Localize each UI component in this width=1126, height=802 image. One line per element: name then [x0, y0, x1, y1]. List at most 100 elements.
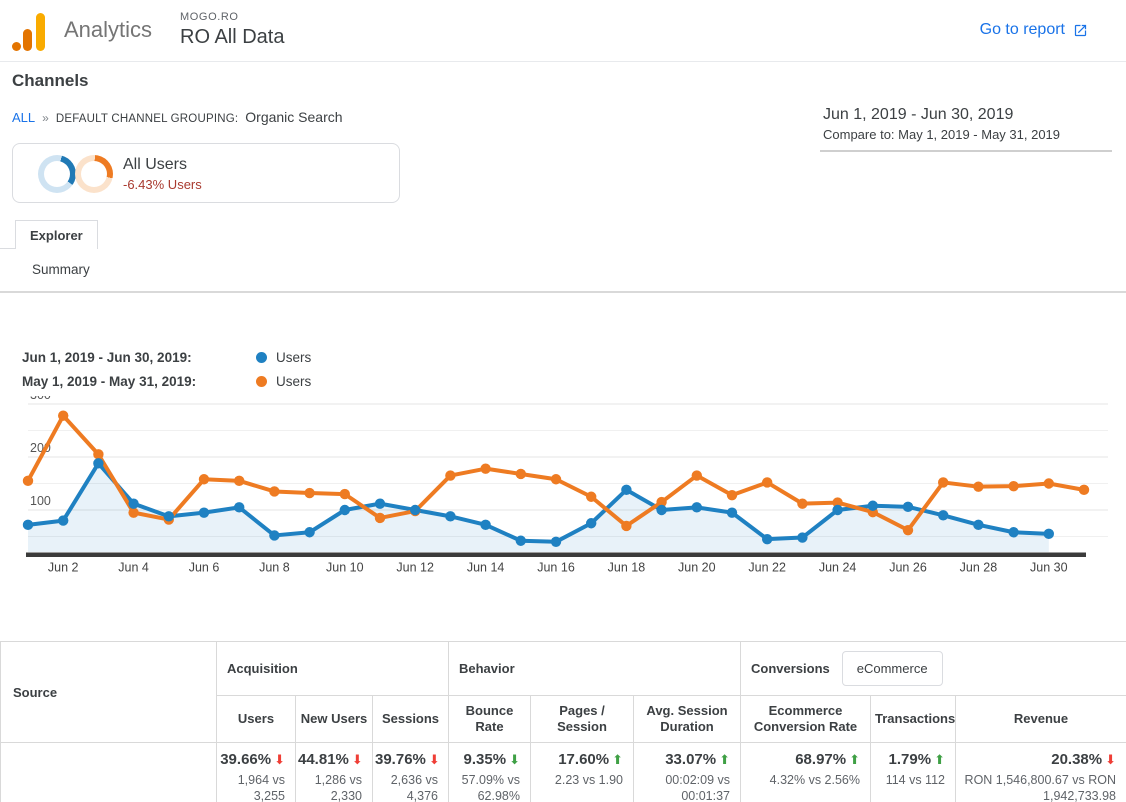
tab-explorer[interactable]: Explorer [15, 220, 98, 249]
current-series-point[interactable] [938, 510, 948, 520]
current-series-point[interactable] [234, 502, 244, 512]
current-series-point[interactable] [516, 536, 526, 546]
current-series-point[interactable] [128, 498, 138, 508]
compare-series-point[interactable] [1079, 485, 1089, 495]
table-group-conversions: Conversions eCommerce [741, 642, 1126, 696]
current-series-point[interactable] [621, 485, 631, 495]
users-trend-chart-svg: 100200300Jun 2Jun 4Jun 6Jun 8Jun 10Jun 1… [0, 396, 1126, 580]
current-series-point[interactable] [797, 532, 807, 542]
x-axis-tick-label: Jun 10 [326, 561, 364, 575]
compare-series-point[interactable] [269, 486, 279, 496]
date-range-underline [820, 150, 1112, 152]
column-header-source[interactable]: Source [1, 642, 217, 743]
compare-series-point[interactable] [621, 521, 631, 531]
compare-series-point[interactable] [516, 469, 526, 479]
compare-series-point[interactable] [903, 525, 913, 535]
compare-series-point[interactable] [973, 481, 983, 491]
column-header-sessions[interactable]: Sessions [373, 696, 449, 743]
current-series-point[interactable] [903, 502, 913, 512]
current-series-point[interactable] [375, 498, 385, 508]
x-axis-tick-label: Jun 6 [189, 561, 220, 575]
current-series-point[interactable] [23, 520, 33, 530]
current-series-point[interactable] [410, 505, 420, 515]
product-name: Analytics [64, 17, 152, 43]
compare-series-point[interactable] [480, 463, 490, 473]
current-series-point[interactable] [551, 537, 561, 547]
compare-series-point[interactable] [304, 488, 314, 498]
summary-cell-avg-session-duration: 33.07%⬆00:02:09 vs 00:01:37 [634, 743, 741, 802]
summary-comparison-transactions: 114 vs 112 [873, 772, 945, 788]
compare-series-point[interactable] [234, 476, 244, 486]
current-series-point[interactable] [692, 502, 702, 512]
compare-series-point[interactable] [586, 492, 596, 502]
current-series-point[interactable] [480, 520, 490, 530]
current-series-point[interactable] [445, 511, 455, 521]
column-header-bounce-rate[interactable]: Bounce Rate [449, 696, 531, 743]
compare-series-point[interactable] [938, 477, 948, 487]
compare-series-point[interactable] [727, 490, 737, 500]
current-series-point[interactable] [1008, 527, 1018, 537]
compare-series-point[interactable] [1044, 478, 1054, 488]
x-axis-tick-label: Jun 28 [960, 561, 998, 575]
compare-series-point[interactable] [128, 507, 138, 517]
breadcrumb-separator: » [42, 111, 49, 125]
tab-baseline-divider [0, 248, 15, 249]
compare-series-point[interactable] [762, 477, 772, 487]
current-series-point[interactable] [199, 507, 209, 517]
current-series-point[interactable] [304, 527, 314, 537]
x-axis-tick-label: Jun 12 [396, 561, 434, 575]
current-series-point[interactable] [1044, 529, 1054, 539]
conversions-goal-select[interactable]: eCommerce [842, 651, 943, 686]
current-series-point[interactable] [727, 507, 737, 517]
compare-series-point[interactable] [23, 476, 33, 486]
compare-series-point[interactable] [93, 449, 103, 459]
current-series-point[interactable] [340, 505, 350, 515]
summary-pct-ecommerce-conversion-rate: 68.97% [795, 751, 846, 768]
current-series-point[interactable] [832, 505, 842, 515]
compare-series-point[interactable] [375, 513, 385, 523]
current-series-point[interactable] [269, 530, 279, 540]
compare-series-point[interactable] [1008, 481, 1018, 491]
x-axis-tick-label: Jun 8 [259, 561, 290, 575]
compare-series-point[interactable] [58, 410, 68, 420]
column-header-ecommerce-conversion-rate[interactable]: Ecommerce Conversion Rate [741, 696, 871, 743]
compare-series-point[interactable] [551, 474, 561, 484]
breadcrumb-dimension-label: DEFAULT CHANNEL GROUPING: [56, 113, 238, 125]
summary-cell-transactions: 1.79%⬆114 vs 112 [871, 743, 956, 802]
current-series-point[interactable] [868, 501, 878, 511]
column-header-revenue[interactable]: Revenue [956, 696, 1126, 743]
column-header-new-users[interactable]: New Users [296, 696, 373, 743]
breadcrumb-dimension-value: Organic Search [245, 109, 342, 125]
compare-series-point[interactable] [692, 470, 702, 480]
current-series-point[interactable] [586, 518, 596, 528]
breadcrumb-all-link[interactable]: ALL [12, 110, 35, 125]
summary-pct-transactions: 1.79% [889, 751, 932, 768]
current-series-point[interactable] [973, 520, 983, 530]
current-series-point[interactable] [58, 515, 68, 525]
summary-comparison-revenue: RON 1,546,800.67 vs RON 1,942,733.98 [958, 772, 1116, 802]
breadcrumb: ALL » DEFAULT CHANNEL GROUPING: Organic … [12, 109, 343, 125]
summary-cell-ecommerce-conversion-rate: 68.97%⬆4.32% vs 2.56% [741, 743, 871, 802]
current-series-point[interactable] [762, 534, 772, 544]
compare-series-point[interactable] [199, 474, 209, 484]
segment-card-all-users[interactable]: All Users -6.43% Users [12, 143, 400, 203]
date-range-selector[interactable]: Jun 1, 2019 - Jun 30, 2019 Compare to: M… [823, 106, 1060, 142]
go-to-report-link[interactable]: Go to report [980, 21, 1088, 39]
panel-divider [0, 291, 1126, 293]
column-header-transactions[interactable]: Transactions [871, 696, 956, 743]
column-header-pages-session[interactable]: Pages / Session [531, 696, 634, 743]
legend-series-current: Users [276, 350, 311, 365]
current-series-point[interactable] [656, 505, 666, 515]
current-series-point[interactable] [93, 458, 103, 468]
column-header-avg-session-duration[interactable]: Avg. Session Duration [634, 696, 741, 743]
compare-series-point[interactable] [445, 470, 455, 480]
subtab-summary[interactable]: Summary [32, 262, 90, 277]
open-in-new-icon [1073, 23, 1088, 38]
compare-series-point[interactable] [340, 489, 350, 499]
compare-series-point[interactable] [797, 498, 807, 508]
arrow-up-icon: ⬆ [719, 752, 730, 767]
column-header-users[interactable]: Users [217, 696, 296, 743]
segment-delta: -6.43% Users [123, 177, 202, 192]
current-series-point[interactable] [164, 511, 174, 521]
date-range-primary: Jun 1, 2019 - Jun 30, 2019 [823, 106, 1060, 124]
